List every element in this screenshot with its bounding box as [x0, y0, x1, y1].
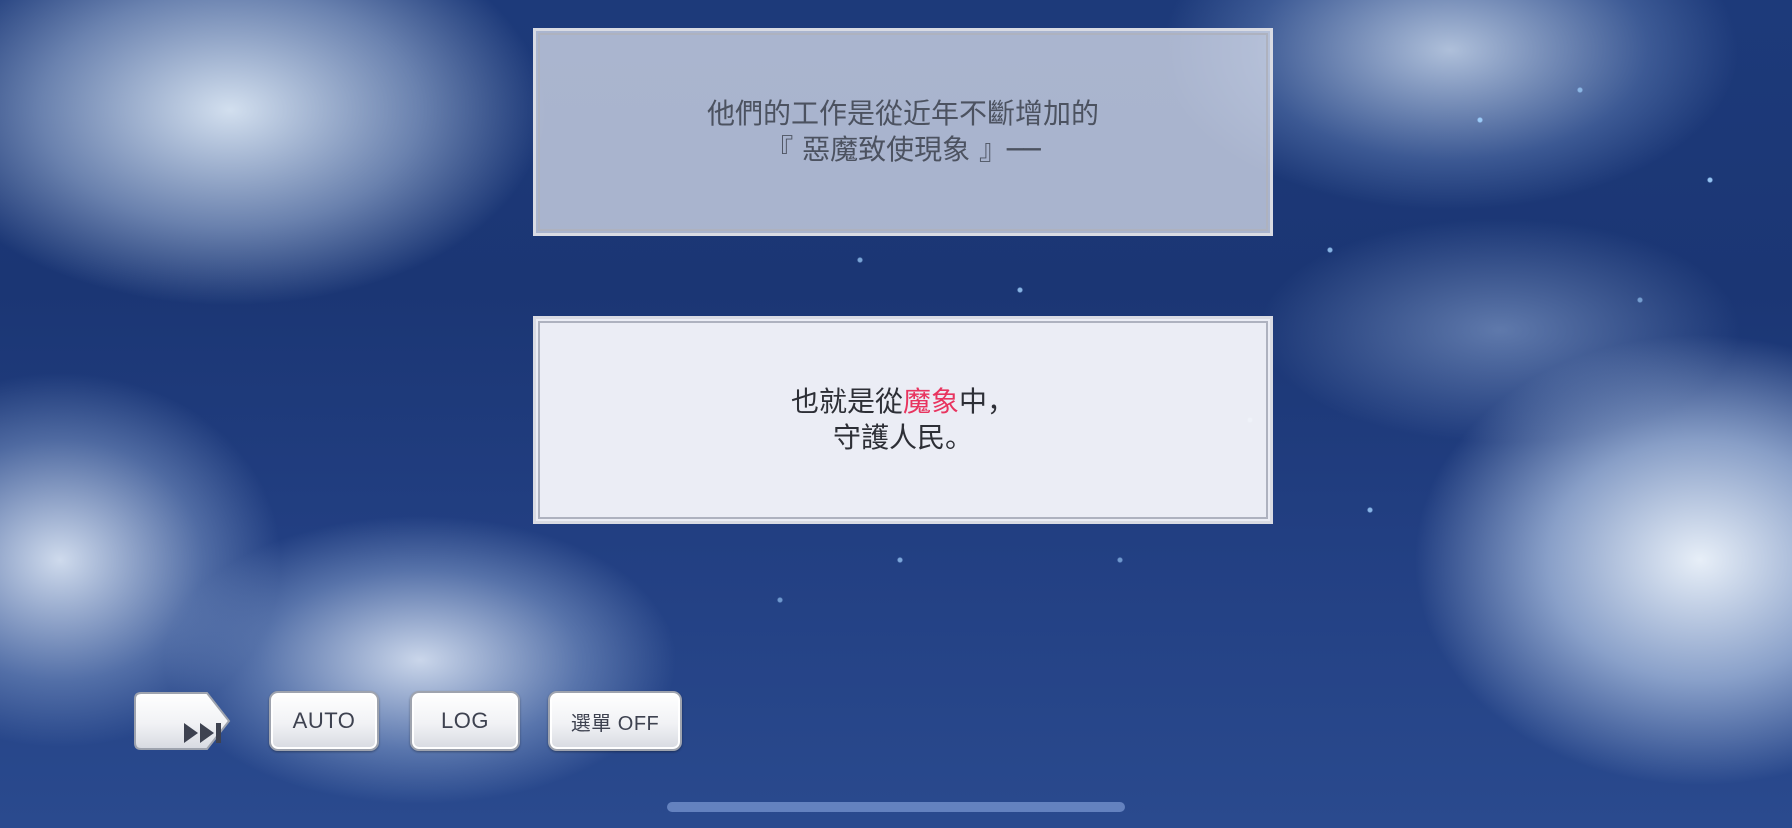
- dialogue-line-1: 也就是從魔象中，: [791, 384, 1015, 420]
- dialogue-box[interactable]: 也就是從魔象中， 守護人民。: [533, 316, 1273, 524]
- dialogue-keyword: 魔象: [902, 385, 959, 418]
- auto-button[interactable]: AUTO: [269, 691, 379, 751]
- skip-button[interactable]: [133, 691, 231, 751]
- narration-box: 他們的工作是從近年不斷增加的 『 惡魔致使現象 』──: [533, 28, 1273, 236]
- narration-line-1: 他們的工作是從近年不斷增加的: [706, 97, 1099, 130]
- home-indicator-bar[interactable]: [667, 802, 1125, 812]
- dialogue-text: 中，: [959, 385, 1016, 418]
- dialogue-text: 也就是從: [790, 385, 903, 418]
- dialogue-line-2: 守護人民。: [832, 421, 973, 454]
- narration-line-2: 『 惡魔致使現象 』──: [765, 133, 1041, 166]
- game-scene[interactable]: 他們的工作是從近年不斷增加的 『 惡魔致使現象 』── 也就是從魔象中， 守護人…: [0, 0, 1792, 828]
- log-button[interactable]: LOG: [410, 691, 520, 751]
- menu-toggle-button[interactable]: 選單 OFF: [548, 691, 682, 751]
